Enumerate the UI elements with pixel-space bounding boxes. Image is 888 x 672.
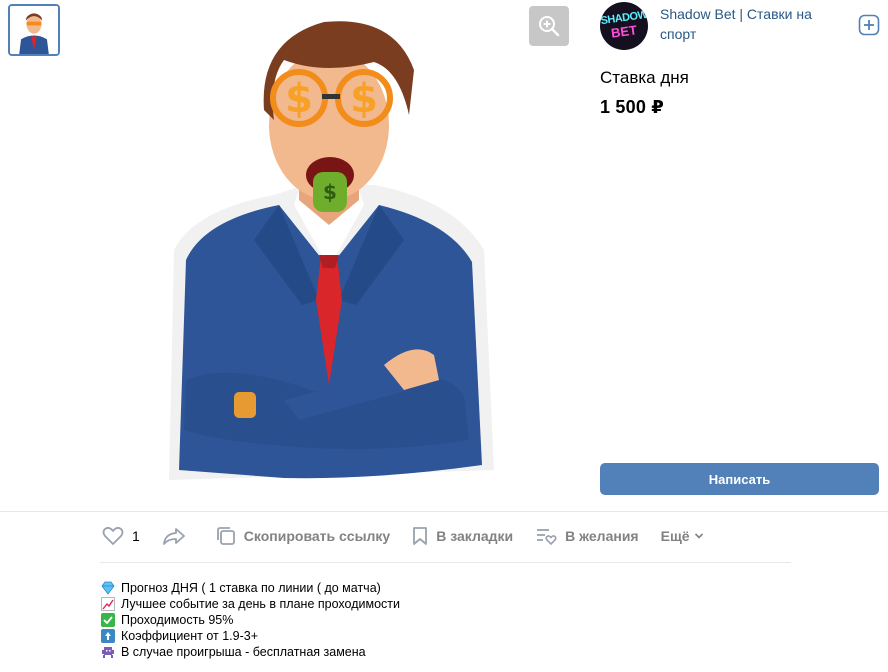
description-line: Проходимость 95% <box>101 612 400 628</box>
copy-link-label: Скопировать ссылку <box>243 528 391 544</box>
heart-icon <box>102 526 124 545</box>
svg-text:$: $ <box>285 76 313 122</box>
more-label: Ещё <box>660 528 690 544</box>
top-arrow-icon <box>101 629 115 643</box>
bookmark-label: В закладки <box>436 528 514 544</box>
product-thumbnail[interactable] <box>8 4 60 56</box>
businessman-sticker-illustration: $ $ $ <box>169 21 494 480</box>
description-line: Коэффициент от 1.9-3+ <box>101 628 400 644</box>
like-button[interactable]: 1 <box>102 526 140 546</box>
thumbnail-image <box>10 6 58 54</box>
wishlist-label: В желания <box>565 528 639 544</box>
zoom-in-icon <box>539 16 560 37</box>
copy-icon <box>216 527 235 545</box>
divider <box>0 511 888 512</box>
product-title: Ставка дня <box>600 68 689 87</box>
subscribe-button[interactable] <box>858 14 880 36</box>
seller-name-link[interactable]: Shadow Bet | Ставки на спорт <box>660 4 835 44</box>
description-line: В случае проигрыша - бесплатная замена <box>101 644 400 660</box>
product-image[interactable]: $ $ $ <box>74 0 584 510</box>
gem-icon <box>101 581 115 595</box>
like-count: 1 <box>132 528 140 544</box>
product-price: 1 500 ₽ <box>600 97 664 117</box>
copy-link-button[interactable]: Скопировать ссылку <box>216 526 390 546</box>
divider <box>100 562 791 563</box>
product-description: Прогноз ДНЯ ( 1 ставка по линии ( до мат… <box>101 580 400 660</box>
share-button[interactable] <box>162 526 194 546</box>
action-bar: 1 Скопировать ссылку В закладки В желани… <box>102 524 726 548</box>
bookmark-icon <box>413 527 428 545</box>
wishlist-icon <box>537 529 557 546</box>
description-line: Прогноз ДНЯ ( 1 ставка по линии ( до мат… <box>101 580 400 596</box>
chevron-down-icon <box>694 533 703 539</box>
share-arrow-icon <box>162 528 185 545</box>
alien-monster-icon <box>101 645 115 659</box>
chart-up-icon <box>101 597 115 611</box>
seller-avatar[interactable]: SHADOW BET <box>600 2 648 50</box>
zoom-button[interactable] <box>529 6 569 46</box>
description-line: Лучшее событие за день в плане проходимо… <box>101 596 400 612</box>
write-message-button[interactable]: Написать <box>600 463 879 495</box>
check-mark-icon <box>101 613 115 627</box>
wishlist-button[interactable]: В желания <box>535 526 639 546</box>
svg-text:$: $ <box>350 76 378 122</box>
bookmark-button[interactable]: В закладки <box>412 526 513 546</box>
plus-square-icon <box>858 14 880 36</box>
more-button[interactable]: Ещё <box>661 528 704 544</box>
svg-text:$: $ <box>323 180 337 204</box>
